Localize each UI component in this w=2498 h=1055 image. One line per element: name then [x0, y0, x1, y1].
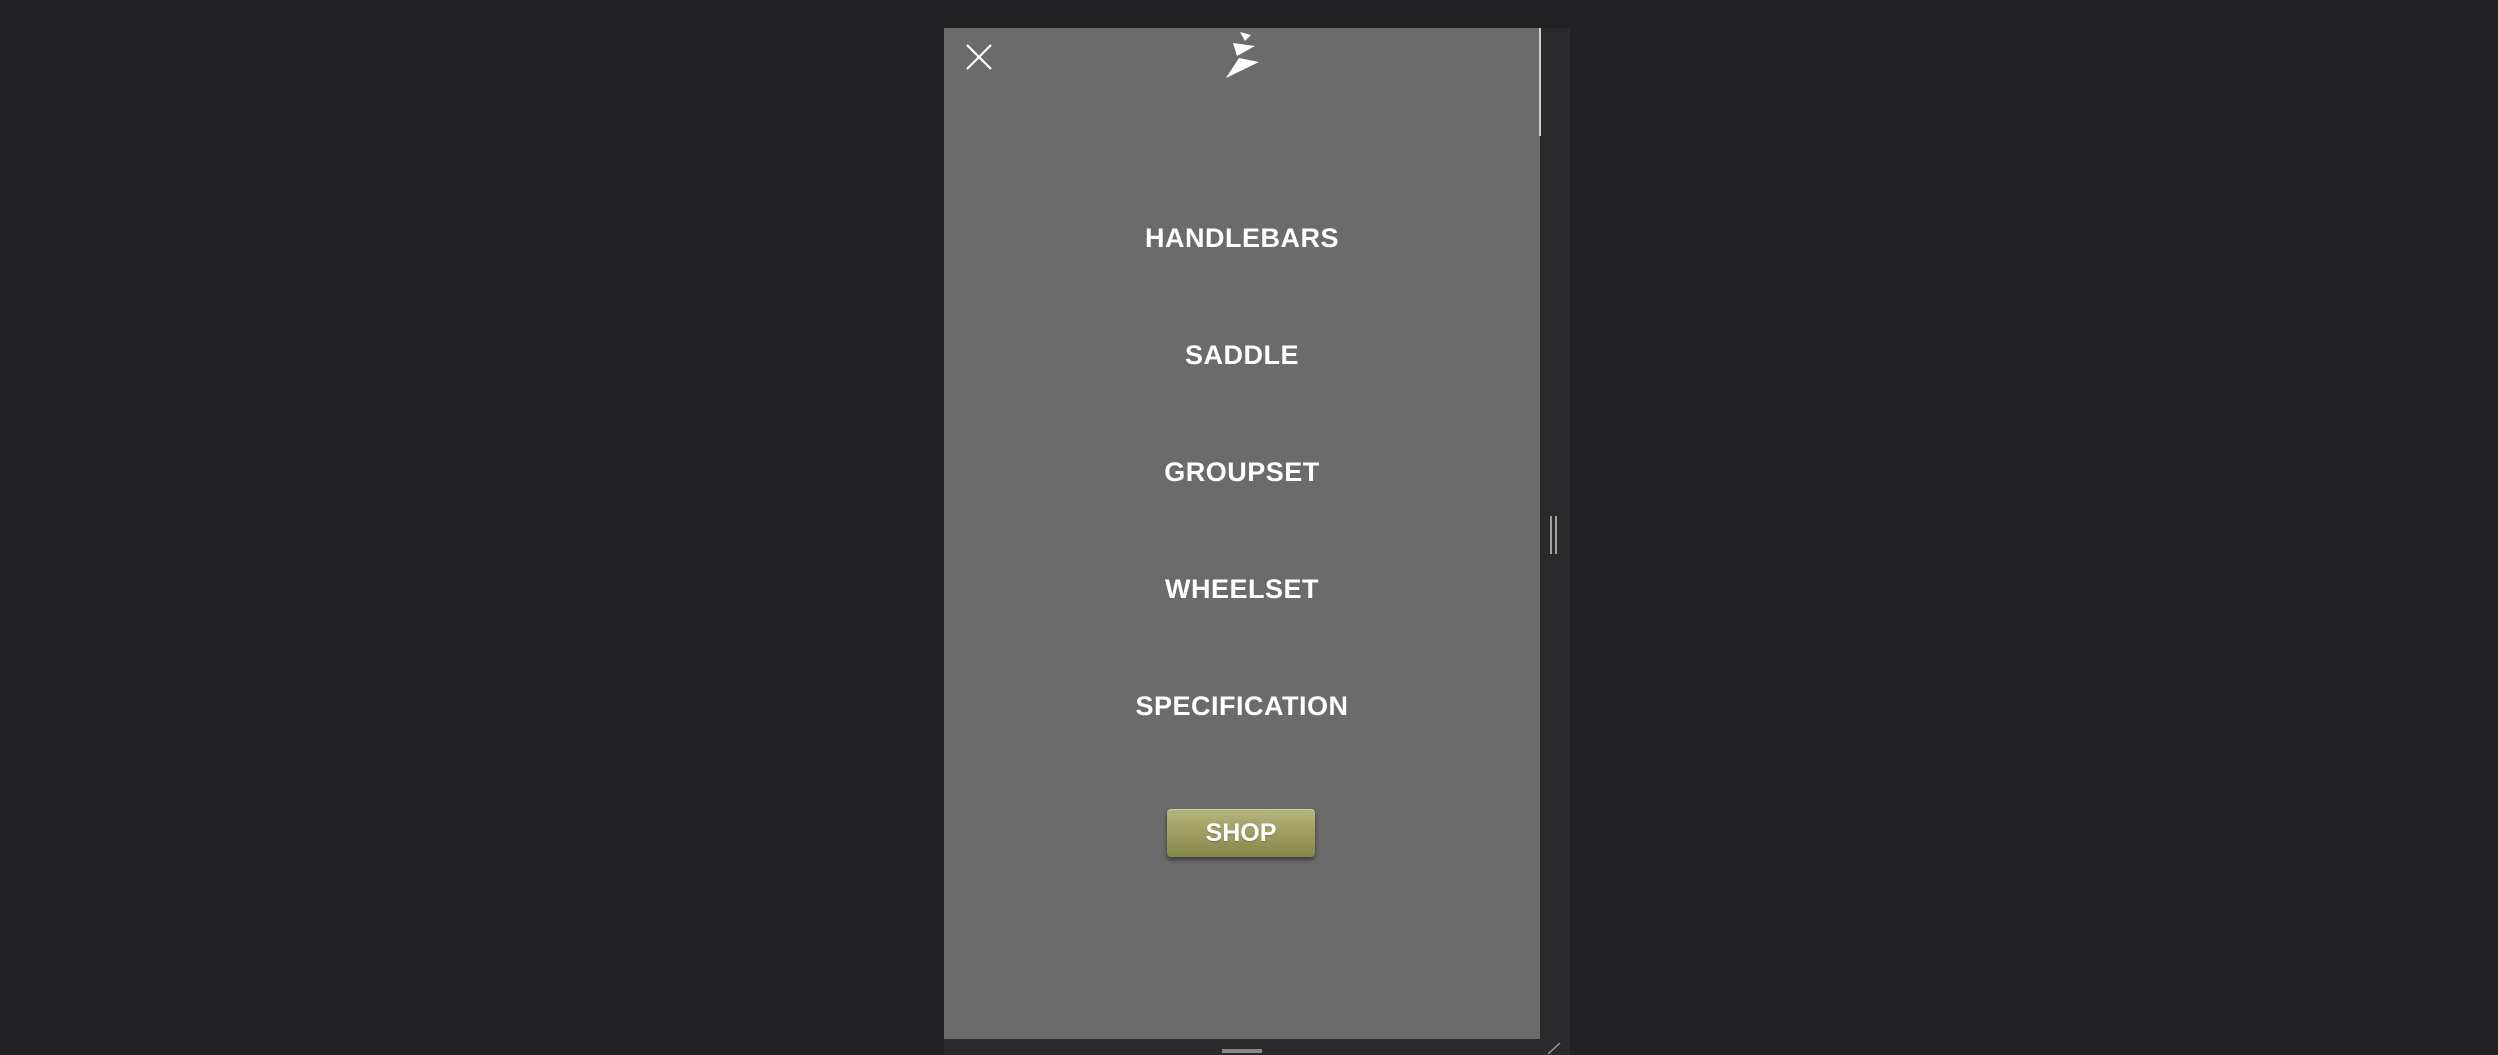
- resize-handle-bottom[interactable]: [1222, 1049, 1262, 1053]
- close-button[interactable]: [962, 40, 996, 74]
- brand-logo[interactable]: [1223, 32, 1261, 80]
- menu-item-saddle[interactable]: SADDLE: [944, 338, 1540, 372]
- resize-corner-icon: [1547, 1042, 1561, 1055]
- menu-item-handlebars[interactable]: HANDLEBARS: [944, 221, 1540, 255]
- menu-item-wheelset[interactable]: WHEELSET: [944, 572, 1540, 606]
- brand-logo-icon: [1226, 32, 1259, 78]
- shop-button[interactable]: SHOP: [1167, 809, 1315, 857]
- panel-edge-divider: [1539, 28, 1541, 136]
- menu-item-specification[interactable]: SPECIFICATION: [944, 689, 1540, 723]
- mobile-menu-panel: HANDLEBARS SADDLE GROUPSET WHEELSET SPEC…: [944, 28, 1540, 1039]
- resize-handle-vertical[interactable]: [1549, 516, 1559, 554]
- menu-item-groupset[interactable]: GROUPSET: [944, 455, 1540, 489]
- grip-line: [1550, 516, 1552, 554]
- grip-line: [1555, 516, 1557, 554]
- resize-handle-corner[interactable]: [1546, 1041, 1562, 1055]
- close-icon: [966, 44, 992, 70]
